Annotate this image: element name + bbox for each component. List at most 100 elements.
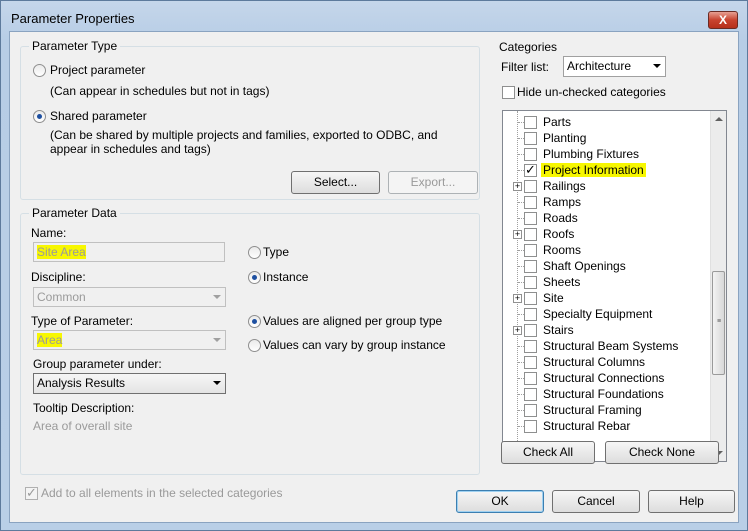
category-checkbox[interactable] [524,340,537,353]
export-button[interactable]: Export... [388,171,478,194]
type-radio-label[interactable]: Type [263,245,289,259]
shared-parameter-label[interactable]: Shared parameter [50,109,147,123]
category-label[interactable]: Structural Connections [543,371,664,385]
category-item[interactable]: Structural Columns [503,354,703,370]
category-checkbox[interactable] [524,308,537,321]
type-of-parameter-dropdown[interactable]: Area [33,330,226,350]
help-button[interactable]: Help [648,490,735,513]
category-item[interactable]: Ramps [503,194,703,210]
instance-radio-label[interactable]: Instance [263,270,308,284]
values-aligned-radio[interactable] [248,315,261,328]
hide-unchecked-checkbox[interactable] [502,86,515,99]
discipline-dropdown[interactable]: Common [33,287,226,307]
group-parameter-under-dropdown[interactable]: Analysis Results [33,373,226,394]
category-checkbox[interactable] [524,196,537,209]
category-label[interactable]: Shaft Openings [543,259,626,273]
instance-radio[interactable] [248,271,261,284]
check-none-button[interactable]: Check None [605,441,719,464]
select-button[interactable]: Select... [291,171,380,194]
category-label[interactable]: Specialty Equipment [543,307,652,321]
expand-plus-icon[interactable]: + [513,230,522,239]
category-item[interactable]: Roads [503,210,703,226]
category-checkbox[interactable] [524,324,537,337]
category-item[interactable]: Rooms [503,242,703,258]
category-item[interactable]: + Railings [503,178,703,194]
category-item[interactable]: Sheets [503,274,703,290]
category-checkbox[interactable] [524,276,537,289]
category-item[interactable]: Planting [503,130,703,146]
values-vary-label[interactable]: Values can vary by group instance [263,338,446,352]
category-label[interactable]: Sheets [543,275,580,289]
check-all-button[interactable]: Check All [501,441,595,464]
cancel-button[interactable]: Cancel [552,490,640,513]
category-checkbox[interactable] [524,292,537,305]
category-label[interactable]: Plumbing Fixtures [543,147,639,161]
category-item[interactable]: + Roofs [503,226,703,242]
type-of-parameter-value: Area [37,333,63,347]
values-vary-radio[interactable] [248,339,261,352]
category-item[interactable]: Shaft Openings [503,258,703,274]
category-label[interactable]: Stairs [543,323,574,337]
category-checkbox[interactable] [524,212,537,225]
category-label[interactable]: Site [543,291,564,305]
category-checkbox[interactable] [524,420,537,433]
category-checkbox[interactable] [524,356,537,369]
shared-parameter-description-2: appear in schedules and tags) [50,142,211,156]
scroll-up-icon[interactable] [715,117,723,121]
category-item[interactable]: Structural Connections [503,370,703,386]
shared-parameter-radio[interactable] [33,110,46,123]
values-aligned-label[interactable]: Values are aligned per group type [263,314,442,328]
category-label[interactable]: Structural Framing [543,403,642,417]
category-label[interactable]: Rooms [543,243,581,257]
category-item[interactable]: + Site [503,290,703,306]
category-checkbox[interactable] [524,404,537,417]
category-label[interactable]: Structural Foundations [543,387,664,401]
category-label[interactable]: Structural Rebar [543,419,630,433]
category-checkbox[interactable] [524,260,537,273]
type-radio[interactable] [248,246,261,259]
category-checkbox[interactable] [524,132,537,145]
category-item[interactable]: + Stairs [503,322,703,338]
category-checkbox[interactable] [524,388,537,401]
category-checkbox[interactable] [524,162,537,178]
category-label[interactable]: Parts [543,115,571,129]
category-item[interactable]: Structural Beam Systems [503,338,703,354]
category-item[interactable]: Plumbing Fixtures [503,146,703,162]
scrollbar-thumb[interactable]: ≡ [712,271,725,375]
close-button[interactable]: X [708,11,738,29]
category-checkbox[interactable] [524,372,537,385]
categories-tree[interactable]: Parts Planting Plumbing Fixtures Project In… [502,110,727,462]
category-label[interactable]: Structural Beam Systems [543,339,678,353]
category-label[interactable]: Structural Columns [543,355,645,369]
category-checkbox[interactable] [524,244,537,257]
expand-plus-icon[interactable]: + [513,182,522,191]
category-item[interactable]: Structural Foundations [503,386,703,402]
category-checkbox[interactable] [524,228,537,241]
category-checkbox[interactable] [524,148,537,161]
ok-button[interactable]: OK [456,490,544,513]
add-to-all-label[interactable]: Add to all elements in the selected cate… [41,486,282,500]
expand-plus-icon[interactable]: + [513,294,522,303]
hide-unchecked-label[interactable]: Hide un-checked categories [517,85,666,99]
category-label[interactable]: Roads [543,211,578,225]
expand-plus-icon[interactable]: + [513,326,522,335]
project-parameter-radio[interactable] [33,64,46,77]
category-label[interactable]: Planting [543,131,586,145]
category-label[interactable]: Railings [543,179,586,193]
category-item[interactable]: Structural Rebar [503,418,703,434]
name-field[interactable]: Site Area [33,242,225,262]
filter-list-dropdown[interactable]: Architecture [563,56,666,77]
category-label[interactable]: Project Information [541,163,646,177]
category-label[interactable]: Roofs [543,227,574,241]
category-item[interactable]: Project Information [503,162,703,178]
tree-scrollbar[interactable]: ≡ [710,111,726,461]
category-item[interactable]: Structural Framing [503,402,703,418]
add-to-all-checkbox[interactable] [25,485,38,501]
category-checkbox[interactable] [524,116,537,129]
category-checkbox[interactable] [524,180,537,193]
category-label[interactable]: Ramps [543,195,581,209]
category-item[interactable]: Parts [503,114,703,130]
category-item[interactable]: Specialty Equipment [503,306,703,322]
tooltip-description-value[interactable]: Area of overall site [33,419,132,433]
project-parameter-label[interactable]: Project parameter [50,63,145,77]
